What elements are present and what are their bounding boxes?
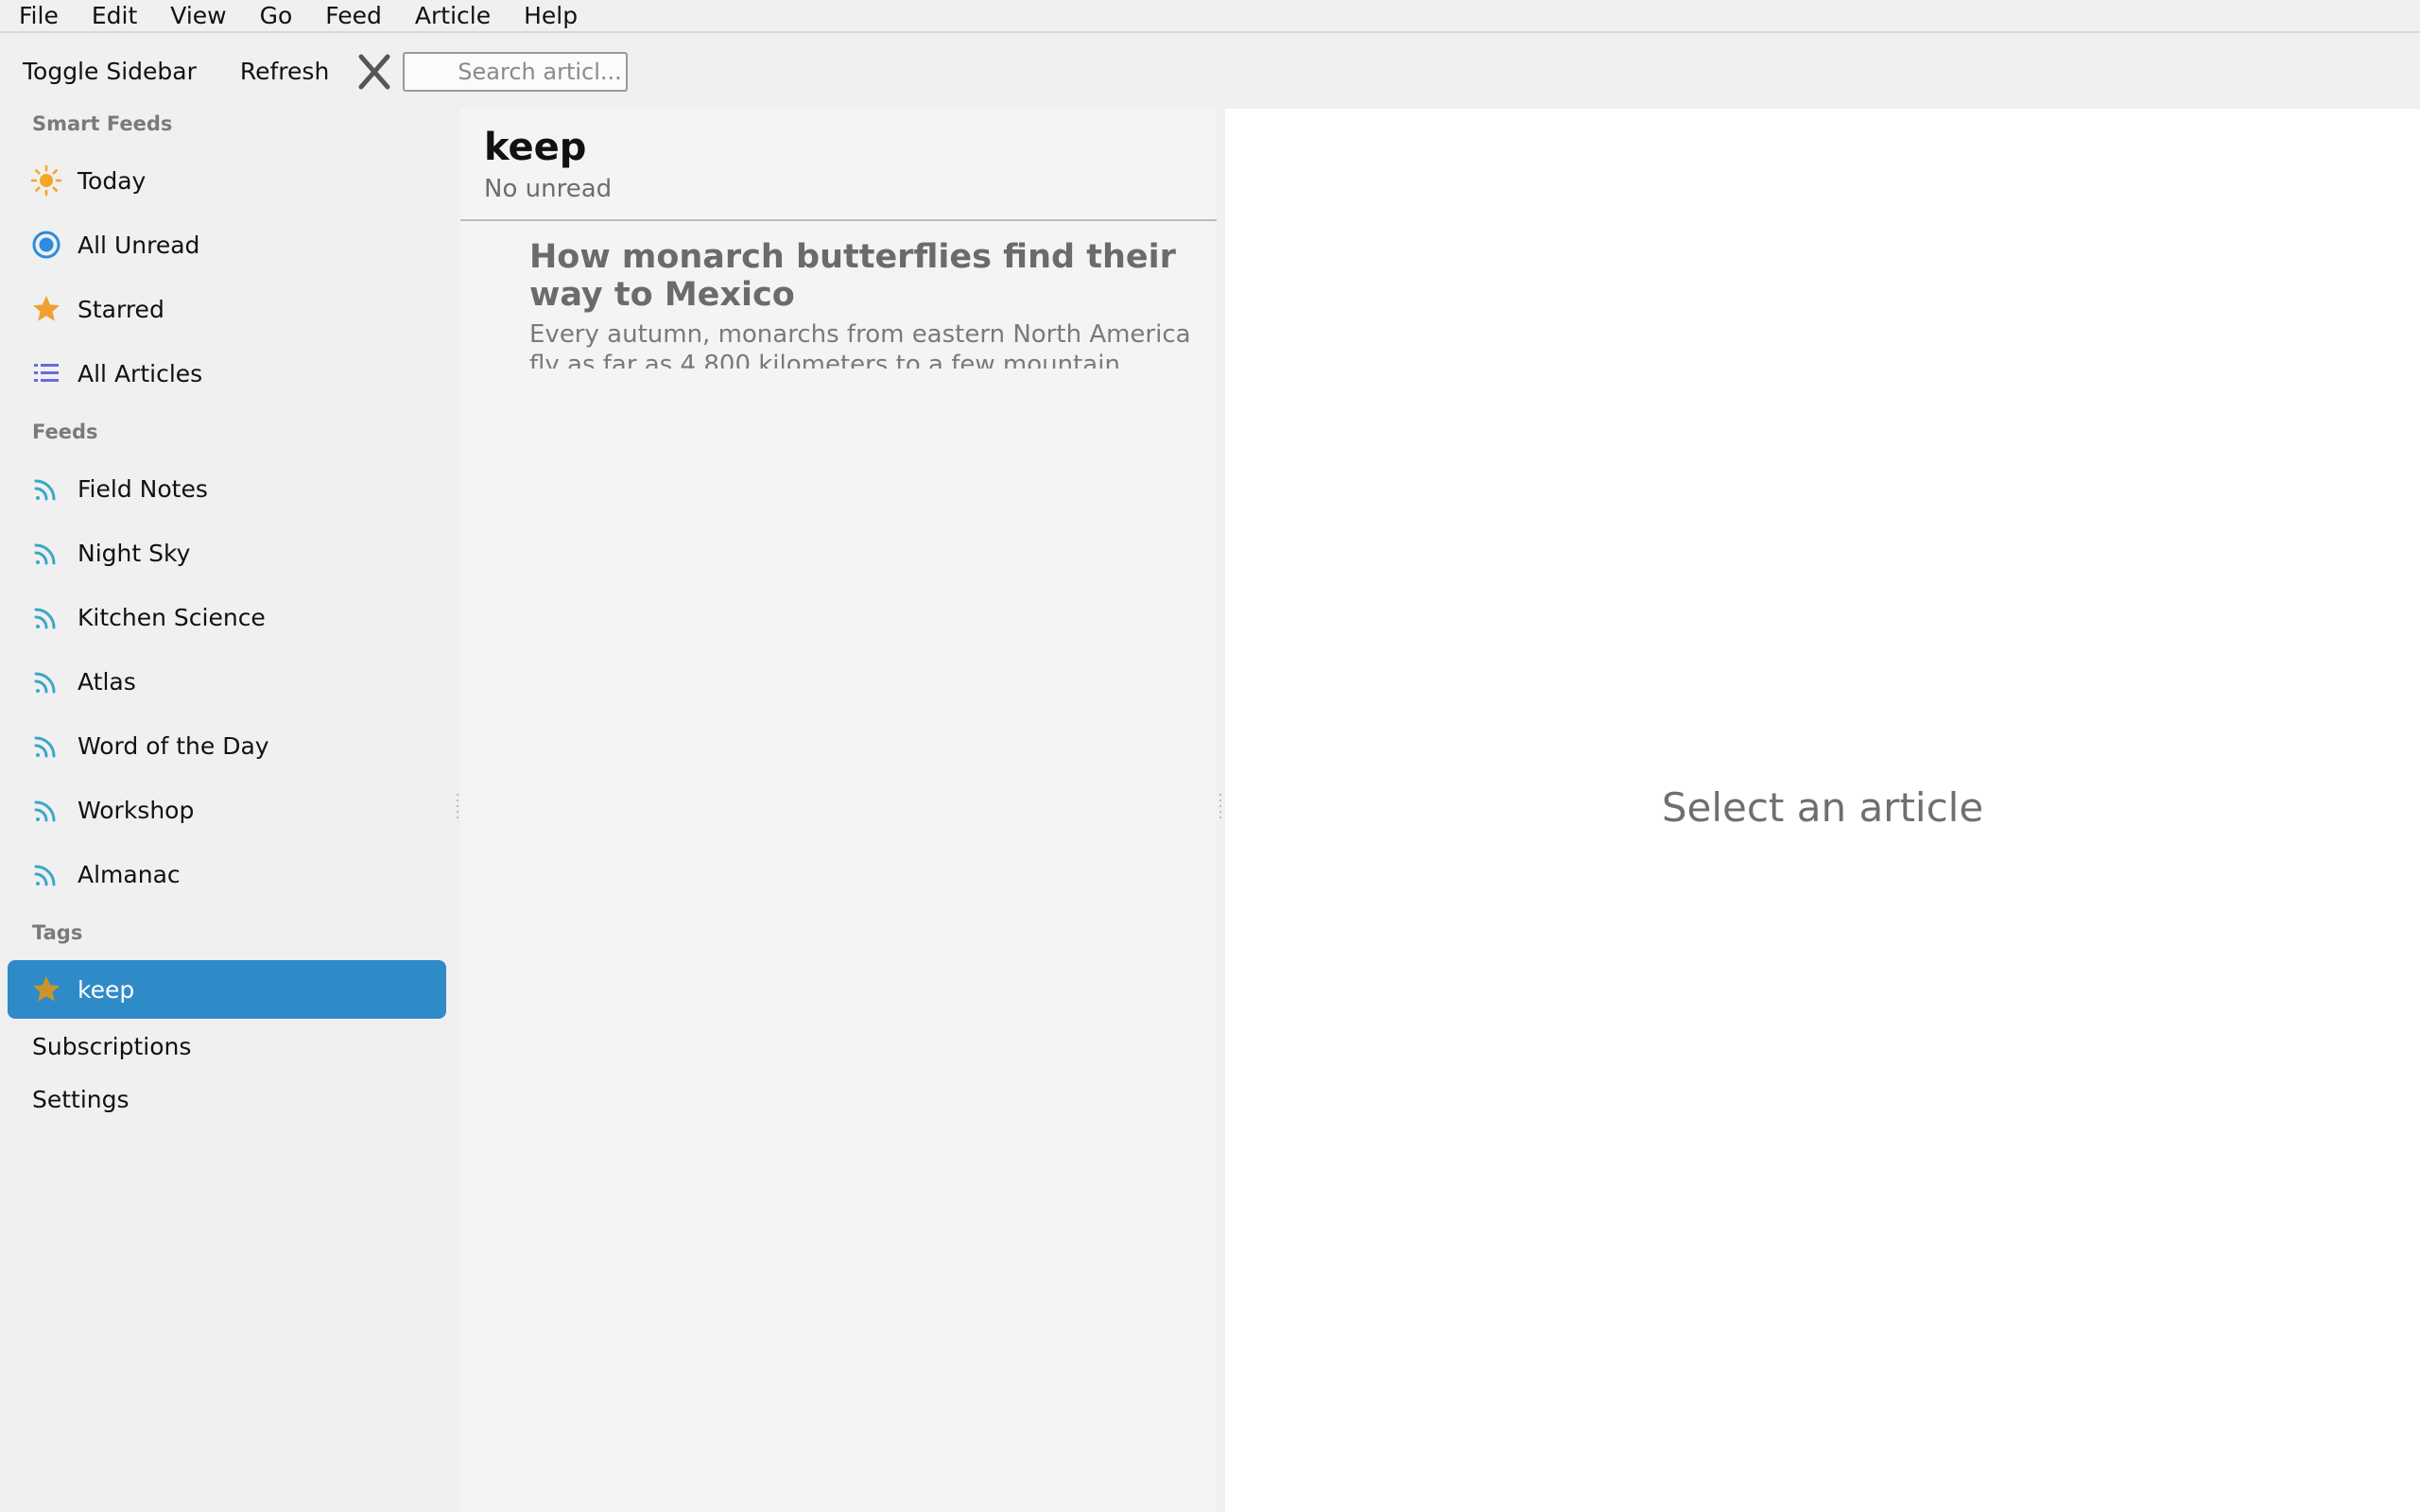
- sidebar-item-all-unread[interactable]: All Unread: [8, 215, 446, 274]
- sidebar-item-label: Today: [78, 166, 147, 195]
- sidebar-item-almanac[interactable]: Almanac: [8, 845, 446, 903]
- sidebar-item-field-notes[interactable]: Field Notes: [8, 459, 446, 518]
- rss-icon: [30, 730, 62, 762]
- rss-icon: [30, 794, 62, 826]
- smart-feeds-heading: Smart Feeds: [32, 112, 173, 135]
- sidebar-item-label: Atlas: [78, 667, 136, 696]
- sidebar-item-night-sky[interactable]: Night Sky: [8, 524, 446, 582]
- feeds-heading: Feeds: [32, 421, 98, 443]
- star-icon: [30, 293, 62, 325]
- clear-search-button[interactable]: [355, 53, 393, 91]
- sidebar-item-word-of-the-day[interactable]: Word of the Day: [8, 716, 446, 775]
- menu-help[interactable]: Help: [505, 0, 592, 32]
- rss-icon: [30, 858, 62, 890]
- menu-bar: File Edit View Go Feed Article Help: [0, 0, 2420, 33]
- refresh-button[interactable]: Refresh: [229, 35, 340, 109]
- tags-heading: Tags: [32, 921, 83, 944]
- rss-icon: [30, 472, 62, 505]
- sidebar-item-kitchen-science[interactable]: Kitchen Science: [8, 588, 446, 646]
- settings-link[interactable]: Settings: [32, 1086, 130, 1113]
- sidebar-item-all-articles[interactable]: All Articles: [8, 344, 446, 403]
- sidebar-item-label: Kitchen Science: [78, 603, 266, 631]
- sidebar-item-label: Word of the Day: [78, 731, 269, 760]
- article-summary: Every autumn, monarchs from eastern Nort…: [529, 320, 1191, 369]
- rss-icon: [30, 537, 62, 569]
- sidebar-item-label: keep: [78, 975, 135, 1004]
- sidebar-item-tag-keep[interactable]: keep: [8, 960, 446, 1019]
- menu-view[interactable]: View: [151, 0, 240, 32]
- article-title: How monarch butterflies find their way t…: [529, 238, 1176, 314]
- sidebar-item-label: Starred: [78, 295, 164, 323]
- sidebar-item-label: Field Notes: [78, 474, 208, 503]
- sidebar-item-starred[interactable]: Starred: [8, 280, 446, 338]
- rss-icon: [30, 665, 62, 697]
- menu-article[interactable]: Article: [396, 0, 505, 32]
- sidebar-item-workshop[interactable]: Workshop: [8, 781, 446, 839]
- sidebar-item-atlas[interactable]: Atlas: [8, 652, 446, 711]
- article-list-pane: keep No unread How monarch butterflies f…: [460, 109, 1217, 1512]
- menu-file[interactable]: File: [0, 0, 73, 32]
- menu-edit[interactable]: Edit: [73, 0, 151, 32]
- rss-icon: [30, 601, 62, 633]
- menu-go[interactable]: Go: [241, 0, 307, 32]
- sidebar-item-label: Night Sky: [78, 539, 191, 567]
- empty-reader-message: Select an article: [1661, 784, 1984, 831]
- sidebar-item-label: All Articles: [78, 359, 203, 387]
- star-icon: [30, 973, 62, 1005]
- list-title: keep: [484, 126, 587, 169]
- unread-dot-icon: [30, 229, 62, 261]
- list-splitter-handle[interactable]: [1219, 794, 1222, 832]
- sidebar-item-label: Workshop: [78, 796, 195, 824]
- article-list-header: keep No unread: [460, 109, 1217, 221]
- search-input[interactable]: [403, 52, 629, 92]
- unread-count: No unread: [484, 175, 613, 203]
- sidebar-item-today[interactable]: Today: [8, 151, 446, 210]
- toggle-sidebar-button[interactable]: Toggle Sidebar: [0, 35, 208, 109]
- article-list-item[interactable]: How monarch butterflies find their way t…: [529, 238, 1201, 380]
- subscriptions-link[interactable]: Subscriptions: [32, 1033, 191, 1060]
- list-icon: [30, 357, 62, 389]
- sidebar-splitter-handle[interactable]: [456, 794, 459, 832]
- close-icon: [358, 54, 390, 90]
- reading-pane: Select an article: [1225, 109, 2420, 1512]
- sidebar: Smart Feeds Today All Unread Starred All…: [0, 109, 459, 1512]
- toolbar: Toggle Sidebar Refresh: [0, 35, 2420, 109]
- sun-icon: [30, 164, 62, 197]
- sidebar-item-label: Almanac: [78, 860, 181, 888]
- sidebar-item-label: All Unread: [78, 231, 200, 259]
- menu-feed[interactable]: Feed: [306, 0, 396, 32]
